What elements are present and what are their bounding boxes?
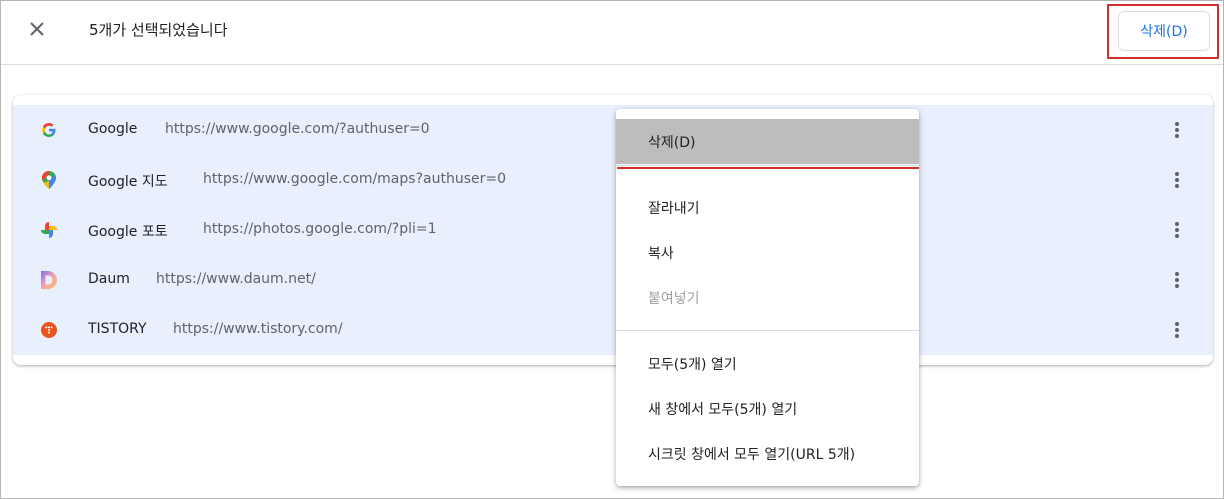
more-vert-icon <box>1175 322 1179 338</box>
selection-count-text: 5개가 선택되었습니다 <box>89 21 228 39</box>
context-menu: 삭제(D) 잘라내기 복사 붙여넣기 모두(5개) 열기 새 창에서 모두(5개… <box>616 109 919 486</box>
menu-item-cut[interactable]: 잘라내기 <box>616 185 919 230</box>
menu-item-paste[interactable]: 붙여넣기 <box>616 275 919 320</box>
menu-item-delete[interactable]: 삭제(D) <box>616 119 919 164</box>
bookmark-title: Google 포토 <box>88 224 168 240</box>
menu-item-open-all[interactable]: 모두(5개) 열기 <box>616 341 919 386</box>
bookmark-url: https://www.google.com/maps?authuser=0 <box>203 171 506 187</box>
bookmark-row-google[interactable]: Google https://www.google.com/?authuser=… <box>13 105 1213 155</box>
bookmark-title: TISTORY <box>88 321 147 337</box>
bookmark-url: https://www.tistory.com/ <box>173 321 343 337</box>
more-actions-button[interactable] <box>1165 318 1189 342</box>
more-actions-button[interactable] <box>1165 268 1189 292</box>
delete-annotation-underline <box>617 167 919 169</box>
menu-divider <box>616 165 919 166</box>
bookmark-row-tistory[interactable]: TISTORY https://www.tistory.com/ <box>13 305 1213 355</box>
bookmark-row-daum[interactable]: Daum https://www.daum.net/ <box>13 255 1213 305</box>
more-vert-icon <box>1175 272 1179 288</box>
bookmark-url: https://photos.google.com/?pli=1 <box>203 221 437 237</box>
bookmark-row-google-photos[interactable]: Google 포토 https://photos.google.com/?pli… <box>13 205 1213 255</box>
delete-button[interactable]: 삭제(D) <box>1118 11 1210 51</box>
more-vert-icon <box>1175 222 1179 238</box>
menu-item-open-all-incognito[interactable]: 시크릿 창에서 모두 열기(URL 5개) <box>616 431 919 476</box>
google-photos-icon <box>41 222 57 238</box>
more-vert-icon <box>1175 172 1179 188</box>
menu-item-copy[interactable]: 복사 <box>616 230 919 275</box>
menu-divider <box>616 330 919 331</box>
bookmark-url: https://www.google.com/?authuser=0 <box>165 121 430 137</box>
more-actions-button[interactable] <box>1165 168 1189 192</box>
selection-toolbar: 5개가 선택되었습니다 삭제(D) <box>1 1 1223 65</box>
bookmark-title: Google <box>88 121 138 137</box>
close-selection-button[interactable] <box>23 15 51 43</box>
google-icon <box>41 122 57 138</box>
google-maps-icon <box>41 171 57 189</box>
bookmark-list: Google https://www.google.com/?authuser=… <box>13 95 1213 365</box>
tistory-icon <box>41 322 57 338</box>
more-actions-button[interactable] <box>1165 118 1189 142</box>
daum-icon <box>41 271 57 289</box>
bookmark-title: Google 지도 <box>88 174 168 190</box>
menu-item-open-all-new-window[interactable]: 새 창에서 모두(5개) 열기 <box>616 386 919 431</box>
bookmark-manager-window: 5개가 선택되었습니다 삭제(D) Google https://www.goo… <box>0 0 1224 499</box>
more-actions-button[interactable] <box>1165 218 1189 242</box>
more-vert-icon <box>1175 122 1179 138</box>
bookmark-row-google-maps[interactable]: Google 지도 https://www.google.com/maps?au… <box>13 155 1213 205</box>
bookmark-title: Daum <box>88 271 130 287</box>
close-icon <box>30 22 44 36</box>
bookmark-url: https://www.daum.net/ <box>156 271 316 287</box>
